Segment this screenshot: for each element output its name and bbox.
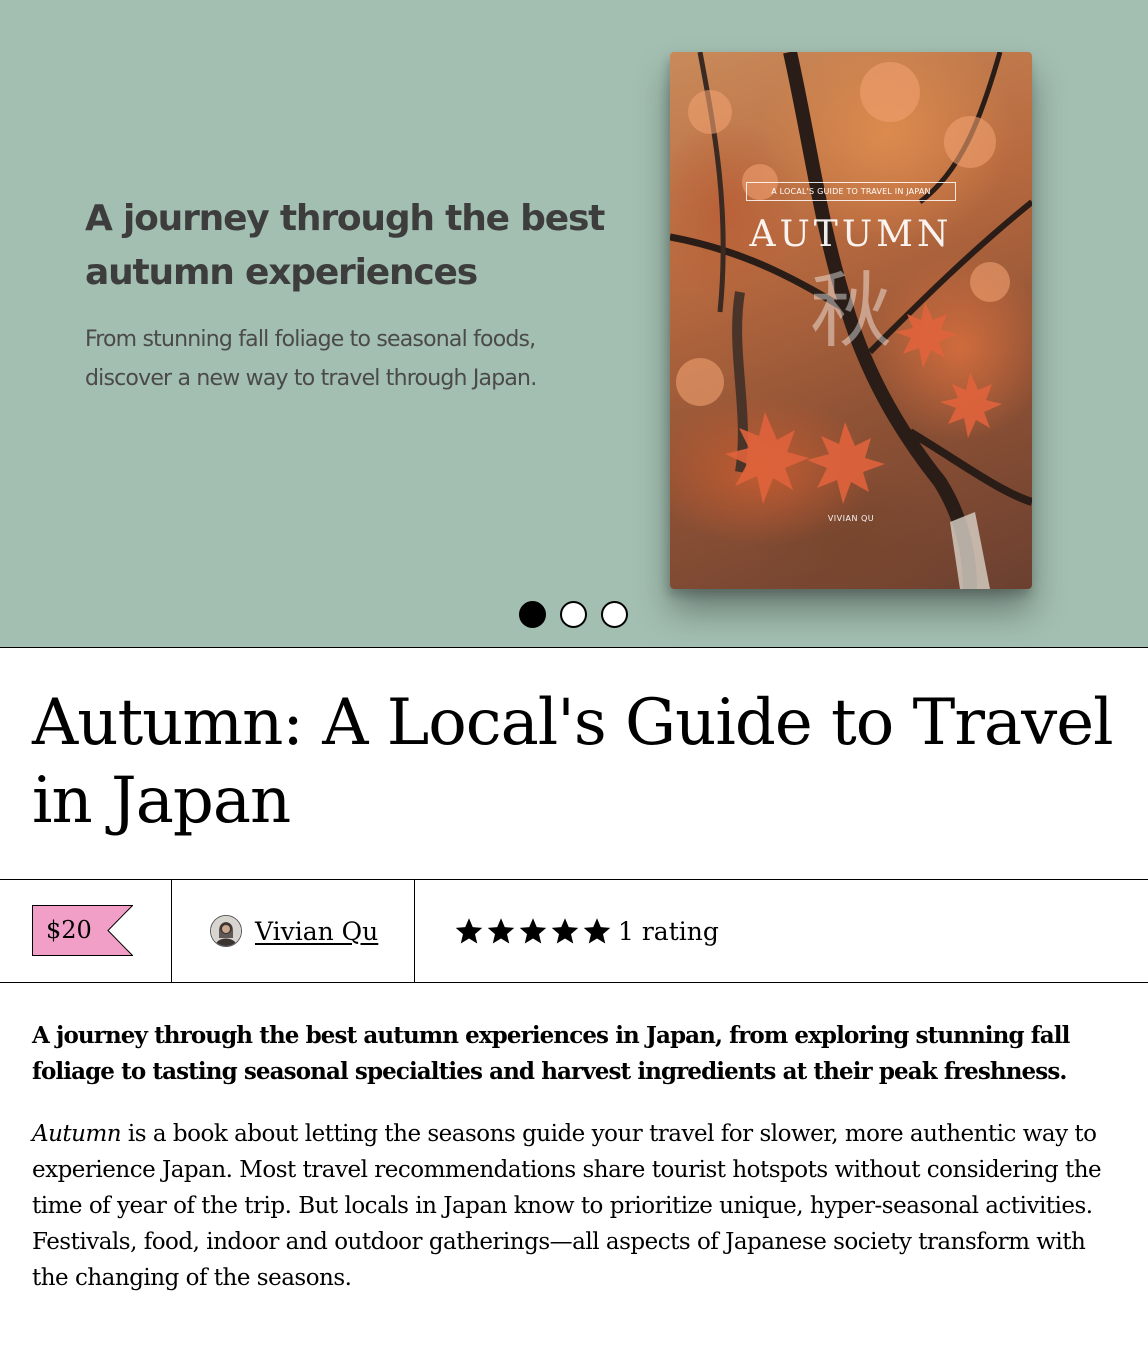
description-body: Autumn is a book about letting the seaso… [32, 1116, 1122, 1296]
book-cover-title: AUTUMN [749, 214, 953, 255]
carousel-dots [519, 601, 628, 628]
star-rating [454, 916, 612, 946]
author-link[interactable]: Vivian Qu [210, 914, 378, 948]
star-icon [519, 918, 547, 944]
star-icon [487, 918, 515, 944]
description-body-text: is a book about letting the seasons guid… [32, 1121, 1102, 1291]
hero-banner: A journey through the best autumn experi… [0, 0, 1148, 647]
author-name[interactable]: Vivian Qu [255, 917, 378, 946]
price-tag: $20 [32, 905, 133, 956]
avatar [210, 915, 242, 947]
divider [0, 647, 1148, 648]
star-icon [583, 918, 611, 944]
star-icon [455, 918, 483, 944]
description-lead: A journey through the best autumn experi… [32, 1022, 1070, 1085]
carousel-dot-3[interactable] [601, 601, 628, 628]
description-book-title: Autumn [32, 1121, 122, 1147]
carousel-dot-2[interactable] [560, 601, 587, 628]
book-cover-kanji: 秋 [809, 264, 892, 359]
avatar-image [211, 916, 241, 946]
rating[interactable]: 1 rating [454, 914, 719, 948]
carousel-dot-1[interactable] [519, 601, 546, 628]
product-info-row: $20 Vivian Qu 1 rating [0, 879, 1148, 983]
price-label: $20 [46, 916, 92, 944]
divider [414, 880, 415, 982]
rating-count: 1 rating [618, 916, 719, 946]
book-cover-image[interactable]: A LOCAL'S GUIDE TO TRAVEL IN JAPAN AUTUM… [670, 52, 1032, 589]
book-cover-tagline: A LOCAL'S GUIDE TO TRAVEL IN JAPAN [746, 182, 956, 201]
product-title: Autumn: A Local's Guide to Travel in Jap… [32, 686, 1114, 838]
hero-subheading: From stunning fall foliage to seasonal f… [85, 327, 537, 391]
divider [171, 880, 172, 982]
star-icon [551, 918, 579, 944]
hero-heading: A journey through the best autumn experi… [85, 198, 605, 293]
book-cover-author: VIVIAN QU [827, 514, 875, 523]
